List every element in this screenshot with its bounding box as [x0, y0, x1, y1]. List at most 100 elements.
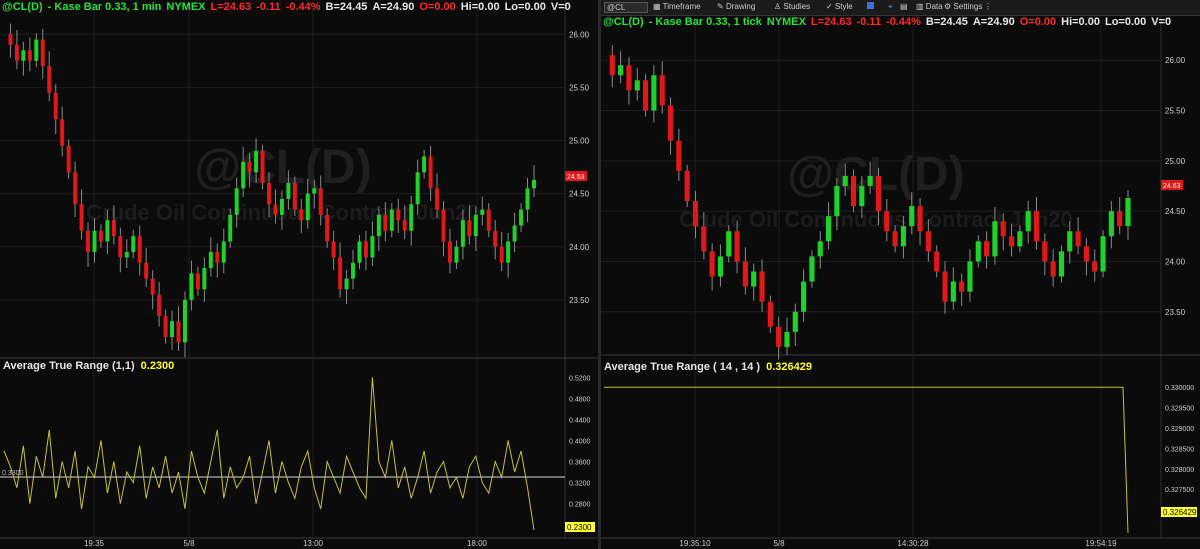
- left-price-tick-label: 26.00: [569, 30, 590, 39]
- left-candle-body: [131, 236, 136, 253]
- timeframe-icon: ▦: [653, 2, 661, 11]
- right-price-tick-label: 24.50: [1165, 207, 1186, 216]
- left-candle-body: [66, 145, 71, 173]
- toolbar-drawing[interactable]: ✎ Drawing: [717, 2, 755, 11]
- right-candle-body: [900, 226, 907, 247]
- left-atr-tag-value: 0.2300: [567, 523, 592, 532]
- right-candle-body: [759, 271, 765, 302]
- left-price-tick-label: 25.50: [569, 83, 590, 92]
- toolbar-style[interactable]: ✓ Style: [826, 2, 853, 11]
- left-indicator-tick-label: 0.4000: [569, 438, 591, 445]
- left-header-ask: A=24.90: [372, 1, 415, 13]
- right-candle-body: [676, 140, 682, 171]
- right-chart-window[interactable]: @CL(D) Crude Oil Continuous Contract Jun…: [601, 0, 1200, 549]
- left-candle-body: [118, 236, 123, 258]
- toolbar-color-icon[interactable]: [867, 2, 874, 11]
- left-candle-body: [435, 188, 440, 210]
- right-candle-body: [1033, 211, 1040, 242]
- left-candle-body: [53, 92, 58, 120]
- right-candle-body: [934, 251, 940, 272]
- left-candle-body: [318, 188, 323, 215]
- toolbar-crosshair-icon[interactable]: ⌖: [888, 2, 893, 12]
- left-indicator-tick-label: 0.5200: [569, 375, 591, 382]
- right-candle-body: [709, 251, 715, 277]
- right-header-symbol[interactable]: @CL(D): [603, 16, 644, 28]
- left-candle-body: [402, 220, 407, 231]
- toolbar-timeframe[interactable]: ▦ Timeframe: [653, 2, 701, 11]
- right-candle-body: [892, 231, 898, 247]
- left-header-exchange: NYMEX: [166, 1, 206, 13]
- left-header-high: Hi=0.00: [460, 1, 500, 13]
- left-candle-body: [357, 241, 362, 263]
- left-header-last: L=24.63: [210, 1, 252, 13]
- left-indicator-tick-label: 0.2800: [569, 502, 591, 509]
- left-header-change: -0.11: [256, 1, 281, 13]
- left-candle-body: [506, 241, 511, 263]
- right-header-bid: B=24.45: [925, 16, 968, 28]
- left-indicator-tick-label: 0.4800: [569, 396, 591, 403]
- right-indicator-tick-label: 0.329000: [1165, 426, 1194, 433]
- left-candle-body: [344, 278, 349, 290]
- right-candle-body: [842, 175, 848, 186]
- left-header-low: Lo=0.00: [504, 1, 546, 13]
- right-candle-body: [1092, 261, 1098, 272]
- left-candle-body: [241, 161, 246, 189]
- left-candle-body: [137, 236, 142, 263]
- toolbar-layout-icon[interactable]: ▤: [900, 2, 908, 11]
- left-candle-body: [73, 172, 78, 205]
- right-price-tick-label: 26.00: [1165, 56, 1186, 65]
- left-header-volume: V=0: [550, 1, 571, 13]
- right-chart-header: @CL(D) - Kase Bar 0.33, 1 tick NYMEX L=24.6…: [603, 16, 1176, 28]
- right-candle-body: [1025, 211, 1031, 232]
- right-time-tick-label: 19:54:19: [1085, 539, 1117, 548]
- right-candle-body: [925, 231, 931, 252]
- left-indicator-tick-label: 0.3200: [569, 481, 591, 488]
- toolbar-symbol-input[interactable]: @CL: [604, 2, 648, 13]
- left-candle-body: [441, 209, 446, 242]
- left-candle-body: [286, 183, 291, 199]
- left-candle-body: [428, 156, 433, 189]
- right-candle-body: [734, 231, 740, 262]
- right-header-change-pct: -0.44%: [886, 16, 921, 28]
- right-candle-body: [792, 311, 798, 332]
- left-chart-window[interactable]: @CL(D) Crude Oil Continuous Contract Jun…: [0, 0, 598, 549]
- left-candle-body: [279, 198, 284, 215]
- right-candle-body: [942, 271, 948, 302]
- right-candle-body: [651, 75, 657, 111]
- right-atr-tag-value: 0.326429: [1163, 508, 1197, 517]
- toolbar-more-icon[interactable]: ⋮: [984, 2, 992, 11]
- right-chart-canvas[interactable]: @CL(D) Crude Oil Continuous Contract Jun…: [601, 0, 1200, 549]
- chart-toolbar: @CL ▦ Timeframe ✎ Drawing ♙ Studies ✓ St…: [601, 0, 1200, 16]
- left-chart-canvas[interactable]: @CL(D) Crude Oil Continuous Contract Jun…: [0, 0, 598, 549]
- left-candle-body: [202, 268, 207, 290]
- left-time-tick-label: 18:00: [467, 539, 488, 548]
- right-candle-body: [1042, 241, 1048, 262]
- left-candle-body: [292, 183, 297, 210]
- left-candle-body: [79, 204, 84, 231]
- toolbar-data[interactable]: ▥ Data: [916, 2, 943, 11]
- left-candle-body: [338, 257, 343, 290]
- right-price-tick-label: 25.50: [1165, 107, 1186, 116]
- left-price-tick-label: 24.00: [569, 243, 590, 252]
- left-candle-body: [234, 188, 239, 215]
- left-candle-body: [182, 299, 187, 343]
- left-candle-body: [499, 246, 504, 263]
- left-candle-body: [189, 273, 194, 300]
- right-candle-body: [701, 226, 707, 252]
- left-candle-body: [40, 39, 45, 67]
- right-candle-body: [1083, 246, 1089, 262]
- left-candle-body: [454, 246, 459, 263]
- right-indicator-tick-label: 0.328000: [1165, 467, 1194, 474]
- left-candle-body: [27, 50, 32, 61]
- toolbar-settings[interactable]: ⚙ Settings: [944, 2, 982, 11]
- left-candle-body: [525, 188, 530, 210]
- left-candle-body: [312, 188, 317, 194]
- right-candle-body: [643, 80, 649, 111]
- left-candle-body: [98, 230, 103, 242]
- toolbar-studies[interactable]: ♙ Studies: [774, 2, 810, 11]
- left-header-study: - Kase Bar 0.33, 1 min: [47, 1, 162, 13]
- left-candle-body: [415, 172, 420, 205]
- left-header-symbol[interactable]: @CL(D): [2, 1, 43, 13]
- right-candle-body: [1008, 236, 1015, 247]
- left-candle-body: [247, 161, 252, 173]
